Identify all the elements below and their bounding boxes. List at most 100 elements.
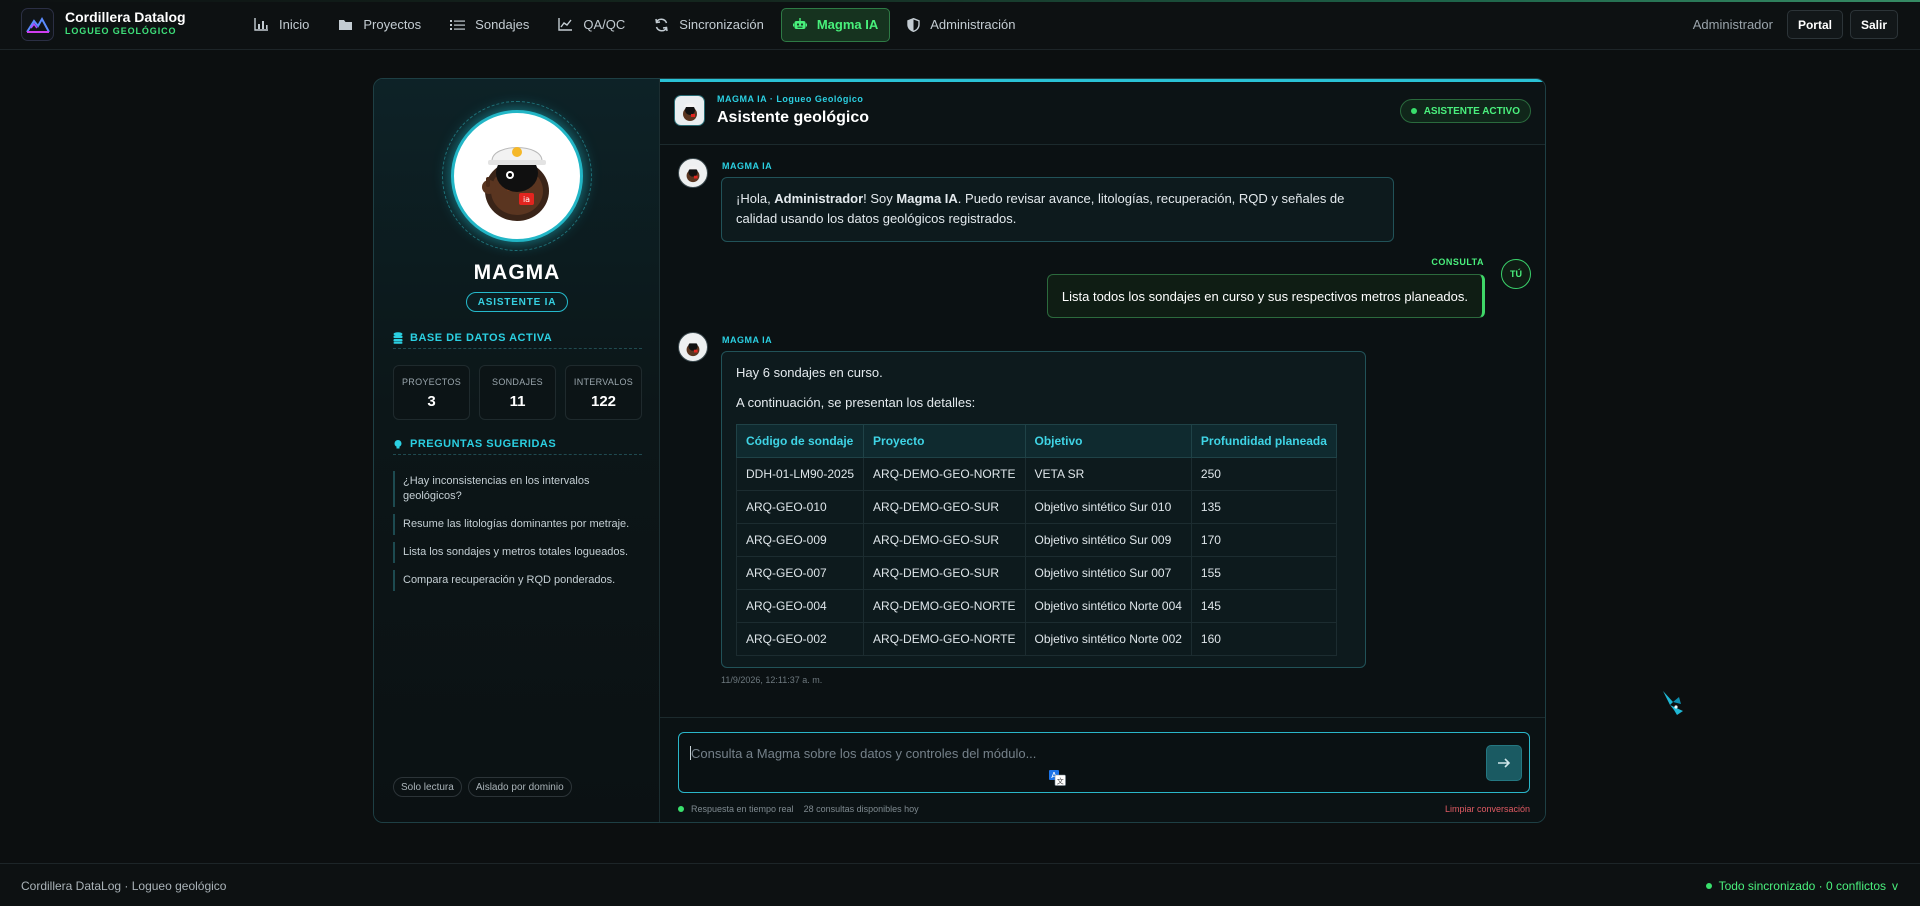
rocket-icon[interactable] — [1659, 688, 1687, 718]
greeting-bot: Magma IA — [896, 191, 958, 206]
bot-avatar — [678, 158, 708, 188]
db-section-label: BASE DE DATOS ACTIVA — [410, 331, 553, 344]
quota-label: 28 consultas disponibles hoy — [803, 804, 919, 814]
sync-dot-icon — [1705, 883, 1712, 889]
table-row: ARQ-GEO-009 ARQ-DEMO-GEO-SUR Objetivo si… — [735, 523, 1337, 557]
mascot-mini-icon — [682, 102, 697, 121]
column-header: Proyecto — [863, 424, 1026, 458]
nav-proyectos[interactable]: Proyectos — [326, 8, 433, 42]
sync-status[interactable]: Todo sincronizado · 0 conflictos v — [1705, 879, 1898, 893]
nav-proyectos-label: Proyectos — [363, 17, 422, 32]
brand-name: Cordillera Datalog — [65, 9, 186, 25]
suggestion-item[interactable]: ¿Hay inconsistencias en los intervalos g… — [393, 471, 642, 507]
column-header: Profundidad planeada — [1190, 424, 1337, 458]
table-row: ARQ-GEO-002 ARQ-DEMO-GEO-NORTE Objetivo … — [735, 622, 1337, 656]
logout-button[interactable]: Salir — [1849, 10, 1898, 39]
table-cell: ARQ-DEMO-GEO-SUR — [863, 523, 1026, 557]
chat-input[interactable]: Consulta a Magma sobre los datos y contr… — [678, 732, 1530, 793]
translate-icon[interactable]: A 文 — [1049, 770, 1066, 786]
nav-qaqc-label: QA/QC — [583, 17, 626, 32]
chat-panel: MAGMA IA · Logueo Geológico Asistente ge… — [660, 79, 1545, 822]
bot-answer-message: Hay 6 sondajes en curso. A continuación,… — [721, 351, 1366, 668]
table-cell: 145 — [1190, 589, 1337, 623]
status-dot-icon — [1410, 108, 1417, 114]
stats-grid: PROYECTOS 3 SONDAJES 11 INTERVALOS 122 — [393, 365, 642, 420]
status-footer: Cordillera DataLog · Logueo geológico To… — [0, 863, 1920, 906]
table-row: ARQ-GEO-004 ARQ-DEMO-GEO-NORTE Objetivo … — [735, 589, 1337, 623]
composer-area: Consulta a Magma sobre los datos y contr… — [660, 717, 1545, 822]
suggestion-item[interactable]: Compara recuperación y RQD ponderados. — [393, 570, 642, 591]
nav-qaqc[interactable]: QA/QC — [546, 8, 637, 42]
mountain-logo-icon — [21, 8, 54, 41]
stat-value: 122 — [590, 393, 617, 410]
user-avatar: TÚ — [1501, 259, 1531, 289]
table-cell: ARQ-GEO-004 — [735, 589, 865, 623]
nav-administracion[interactable]: Administración — [895, 8, 1027, 42]
assistant-avatar-ring: ia — [442, 101, 592, 251]
table-cell: ARQ-DEMO-GEO-NORTE — [863, 457, 1026, 491]
nav-inicio[interactable]: Inicio — [242, 8, 321, 42]
arrow-right-icon — [1498, 758, 1511, 768]
chip-domain-isolated: Aislado por dominio — [467, 777, 572, 797]
table-cell: Objetivo sintético Norte 004 — [1024, 589, 1192, 623]
table-cell: ARQ-DEMO-GEO-SUR — [863, 490, 1026, 524]
table-cell: ARQ-GEO-009 — [735, 523, 865, 557]
nav-inicio-label: Inicio — [279, 17, 310, 32]
bot-label: MAGMA IA — [722, 161, 773, 171]
stat-value: 3 — [427, 393, 436, 410]
brand[interactable]: Cordillera Datalog LOGUEO GEOLÓGICO — [21, 8, 231, 41]
table-cell: ARQ-DEMO-GEO-SUR — [863, 556, 1026, 590]
nav-magma-ia-label: Magma IA — [816, 17, 879, 32]
composer-footer: Respuesta en tiempo real 28 consultas di… — [678, 804, 1530, 814]
clear-conversation-link[interactable]: Limpiar conversación — [1445, 804, 1530, 814]
greeting-text: ¡Hola, — [736, 191, 775, 206]
mascot-mini-icon — [686, 165, 700, 183]
realtime-label: Respuesta en tiempo real — [691, 804, 794, 814]
table-cell: ARQ-GEO-010 — [735, 490, 865, 524]
line-chart-icon — [558, 18, 573, 31]
assistant-name: MAGMA — [473, 261, 561, 284]
table-cell: 155 — [1190, 556, 1337, 590]
footer-app-label: Cordillera DataLog · Logueo geológico — [21, 879, 227, 893]
bot-avatar — [678, 332, 708, 362]
table-cell: ARQ-DEMO-GEO-NORTE — [863, 622, 1026, 656]
list-icon — [450, 19, 466, 30]
nav-sincronizacion-label: Sincronización — [679, 17, 764, 32]
table-cell: ARQ-GEO-002 — [735, 622, 865, 656]
suggestion-item[interactable]: Lista los sondajes y metros totales logu… — [393, 542, 642, 563]
send-button[interactable] — [1486, 745, 1522, 781]
greeting-text: ! Soy — [863, 191, 897, 206]
table-cell: 135 — [1190, 490, 1337, 524]
user-message-text: Lista todos los sondajes en curso y sus … — [1061, 288, 1468, 304]
user-message: Lista todos los sondajes en curso y sus … — [1046, 274, 1485, 318]
message-timestamp: 11/9/2026, 12:11:37 a. m. — [721, 675, 823, 685]
table-cell: VETA SR — [1024, 457, 1192, 491]
stat-label: SONDAJES — [492, 377, 543, 387]
stat-label: PROYECTOS — [401, 377, 462, 387]
table-row: ARQ-GEO-007 ARQ-DEMO-GEO-SUR Objetivo si… — [735, 556, 1337, 590]
table-cell: 170 — [1190, 523, 1337, 557]
realtime-dot-icon — [678, 806, 684, 812]
assistant-badge: ASISTENTE IA — [466, 292, 568, 312]
nav-sincronizacion[interactable]: Sincronización — [642, 8, 776, 42]
top-navbar: Cordillera Datalog LOGUEO GEOLÓGICO Inic… — [0, 0, 1920, 50]
mascot-avatar: ia — [451, 110, 583, 242]
robot-icon — [792, 18, 807, 29]
chat-header-avatar — [674, 95, 705, 126]
assistant-card: ia MAGMA ASISTENTE IA BASE DE DATOS ACTI… — [373, 78, 1546, 823]
mode-chips: Solo lectura Aislado por dominio — [393, 777, 578, 797]
status-label: ASISTENTE ACTIVO — [1423, 105, 1520, 117]
brand-subtitle: LOGUEO GEOLÓGICO — [65, 26, 177, 36]
assistant-sidebar: ia MAGMA ASISTENTE IA BASE DE DATOS ACTI… — [374, 79, 660, 822]
bot-greeting-message: ¡Hola, Administrador! Soy Magma IA. Pued… — [721, 177, 1394, 242]
table-cell: Objetivo sintético Sur 007 — [1024, 556, 1192, 590]
stat-value: 11 — [509, 393, 526, 410]
chat-input-placeholder: Consulta a Magma sobre los datos y contr… — [691, 746, 1037, 761]
stat-label: INTERVALOS — [573, 377, 634, 387]
portal-button[interactable]: Portal — [1786, 10, 1843, 39]
suggestion-item[interactable]: Resume las litologías dominantes por met… — [393, 514, 642, 535]
greeting-user: Administrador — [774, 191, 864, 206]
nav-magma-ia[interactable]: Magma IA — [780, 7, 891, 42]
shield-icon — [907, 17, 920, 32]
nav-sondajes[interactable]: Sondajes — [438, 8, 541, 42]
